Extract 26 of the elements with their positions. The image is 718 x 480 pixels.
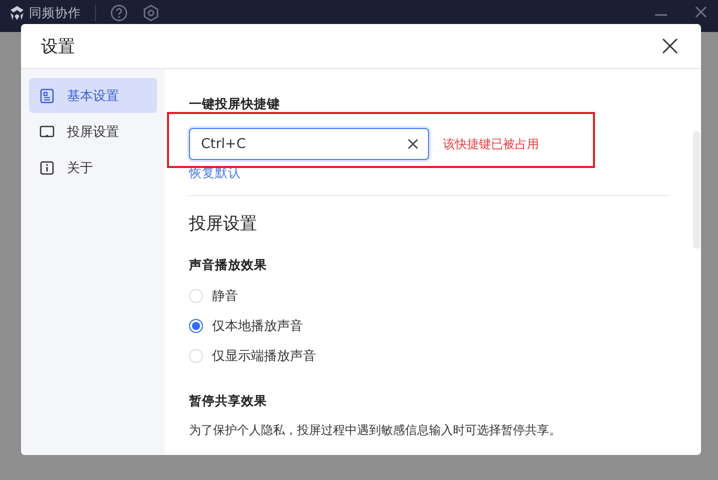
section-title: 投屏设置 [189, 213, 258, 235]
sidebar-item[interactable]: 基本设置 [29, 78, 157, 113]
radio-option[interactable]: 仅本地播放声音 [189, 316, 677, 336]
app-title: 同频协作 [29, 5, 81, 21]
group-label: 声音播放效果 [189, 258, 268, 272]
dialog-title: 设置 [41, 36, 75, 58]
sidebar-item[interactable]: 投屏设置 [29, 114, 157, 149]
card-icon [39, 88, 55, 104]
group-label: 暂停共享效果 [189, 394, 268, 408]
radio-icon[interactable] [189, 319, 203, 333]
error-message: 该快捷键已被占用 [443, 136, 539, 152]
radio-option[interactable]: 静音 [189, 286, 677, 306]
help-icon[interactable] [110, 4, 128, 22]
radio-option[interactable]: 仅显示端播放声音 [189, 346, 677, 366]
scrollbar[interactable] [693, 131, 700, 249]
monitor-icon [39, 124, 55, 140]
close-button[interactable] [661, 37, 679, 55]
logo-icon [9, 5, 25, 21]
close-icon[interactable] [694, 5, 708, 19]
clear-icon[interactable] [406, 137, 420, 151]
info-icon [39, 160, 55, 176]
shortcut-field[interactable]: Ctrl+C [189, 128, 429, 160]
settings-icon[interactable] [142, 4, 160, 22]
sidebar-item[interactable]: 关于 [29, 150, 157, 185]
description-text: 为了保护个人隐私，投屏过程中遇到敏感信息输入时可选择暂停共享。 [189, 422, 562, 439]
field-label: 一键投屏快捷键 [189, 97, 281, 111]
